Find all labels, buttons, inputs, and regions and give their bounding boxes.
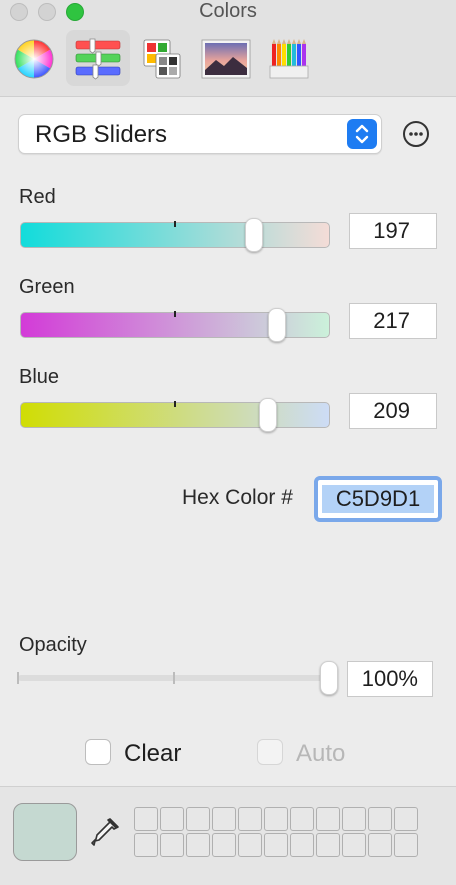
swatch-well[interactable] (316, 833, 340, 857)
tool-pencils[interactable] (266, 30, 314, 86)
color-mode-select[interactable]: RGB Sliders (18, 114, 382, 154)
hex-color-field[interactable]: C5D9D1 (314, 476, 442, 522)
swatch-well[interactable] (186, 807, 210, 831)
swatch-well[interactable] (238, 807, 262, 831)
tool-color-wheel[interactable] (12, 30, 56, 86)
green-slider-knob[interactable] (268, 308, 287, 342)
window-title: Colors (199, 0, 257, 22)
opacity-tick-min (17, 672, 19, 684)
blue-label: Blue (19, 366, 60, 388)
opacity-tick-mid (173, 672, 175, 684)
hex-color-label: Hex Color # (182, 486, 293, 509)
color-mode-label: RGB Sliders (35, 121, 168, 148)
updown-chevron-icon (355, 124, 369, 144)
swatch-well[interactable] (394, 833, 418, 857)
swatch-well[interactable] (342, 807, 366, 831)
green-slider-tick (174, 311, 176, 317)
blue-slider-knob[interactable] (259, 398, 278, 432)
tool-image-palettes[interactable] (200, 30, 252, 86)
auto-checkbox-label: Auto (296, 740, 346, 767)
swatch-well[interactable] (368, 833, 392, 857)
green-label: Green (19, 276, 75, 298)
red-value-field[interactable]: 197 (349, 213, 437, 249)
red-label: Red (19, 186, 56, 208)
select-stepper[interactable] (347, 119, 377, 149)
red-slider-knob[interactable] (245, 218, 264, 252)
clear-checkbox[interactable] (85, 739, 111, 765)
swatch-well[interactable] (316, 807, 340, 831)
opacity-slider-knob[interactable] (320, 661, 338, 695)
swatch-well[interactable] (238, 833, 262, 857)
auto-checkbox[interactable] (257, 739, 283, 765)
green-value-field[interactable]: 217 (349, 303, 437, 339)
image-palette-icon (201, 39, 251, 79)
blue-value-field[interactable]: 209 (349, 393, 437, 429)
swatch-well[interactable] (212, 807, 236, 831)
opacity-value-field[interactable]: 100% (347, 661, 433, 697)
swatch-well[interactable] (160, 833, 184, 857)
pencils-icon (269, 39, 309, 79)
swatch-well[interactable] (368, 807, 392, 831)
swatch-well[interactable] (134, 833, 158, 857)
current-color-swatch[interactable] (13, 803, 77, 861)
eyedropper-button[interactable] (88, 815, 122, 849)
more-options-button[interactable] (402, 120, 430, 148)
swatch-well[interactable] (186, 833, 210, 857)
tool-color-sliders[interactable] (66, 30, 130, 86)
color-wheel-icon (14, 39, 54, 79)
title-bar: Colors (0, 0, 456, 97)
sliders-icon (75, 38, 121, 80)
red-slider-tick (174, 221, 176, 227)
clear-checkbox-label: Clear (124, 740, 182, 767)
swatch-well[interactable] (134, 807, 158, 831)
eyedropper-icon (91, 818, 119, 846)
hex-color-value: C5D9D1 (322, 485, 434, 513)
swatch-well[interactable] (212, 833, 236, 857)
palettes-icon (143, 39, 181, 79)
swatch-well[interactable] (160, 807, 184, 831)
ellipsis-circle-icon (403, 121, 429, 147)
swatch-well[interactable] (290, 807, 314, 831)
blue-slider-tick (174, 401, 176, 407)
swatch-well[interactable] (342, 833, 366, 857)
swatch-well[interactable] (264, 833, 288, 857)
swatch-well[interactable] (394, 807, 418, 831)
swatch-well[interactable] (264, 807, 288, 831)
tool-color-palettes[interactable] (140, 30, 184, 86)
swatch-wells (134, 807, 418, 857)
opacity-label: Opacity (19, 634, 87, 656)
swatch-well[interactable] (290, 833, 314, 857)
